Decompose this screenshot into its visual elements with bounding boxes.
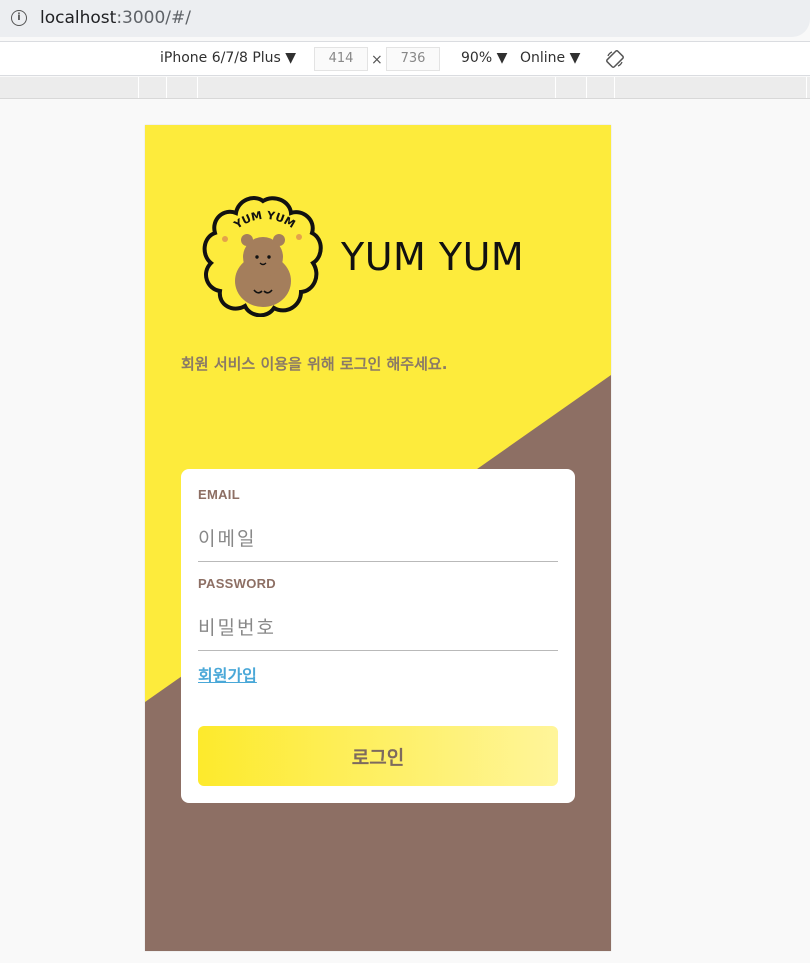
height-input[interactable]: 736 xyxy=(386,47,440,71)
ruler-mark xyxy=(614,77,615,98)
ruler-mark xyxy=(138,77,139,98)
login-card: EMAIL PASSWORD 회원가입 로그인 xyxy=(181,469,575,803)
email-field[interactable] xyxy=(198,512,558,562)
yumyum-logo: YUM YUM xyxy=(202,196,323,317)
width-input[interactable]: 414 xyxy=(314,47,368,71)
ruler-mark xyxy=(806,77,807,98)
media-query-ruler xyxy=(0,77,810,99)
network-select[interactable]: Online ▼ xyxy=(520,50,580,66)
ruler-mark xyxy=(197,77,198,98)
ruler-mark xyxy=(586,77,587,98)
url-path: :3000/#/ xyxy=(116,8,192,28)
url-text[interactable]: localhost:3000/#/ xyxy=(40,8,191,28)
ruler-mark xyxy=(166,77,167,98)
zoom-select[interactable]: 90% ▼ xyxy=(461,50,507,66)
signup-link[interactable]: 회원가입 xyxy=(198,662,257,686)
ruler-mark xyxy=(555,77,556,98)
login-subtitle: 회원 서비스 이용을 위해 로그인 해주세요. xyxy=(181,355,448,373)
rotate-icon[interactable] xyxy=(606,50,624,68)
dimension-separator: × xyxy=(371,52,383,68)
device-select[interactable]: iPhone 6/7/8 Plus ▼ xyxy=(160,50,296,66)
password-label: PASSWORD xyxy=(198,576,276,591)
url-host: localhost xyxy=(40,8,117,28)
address-bar[interactable]: i localhost:3000/#/ xyxy=(0,0,810,37)
brand-name: YUM YUM xyxy=(341,235,525,279)
device-toolbar: iPhone 6/7/8 Plus ▼ 414 × 736 90% ▼ Onli… xyxy=(0,41,810,76)
login-button[interactable]: 로그인 xyxy=(198,726,558,786)
email-label: EMAIL xyxy=(198,487,240,502)
info-icon[interactable]: i xyxy=(11,10,27,26)
password-field[interactable] xyxy=(198,601,558,651)
device-viewport: YUM YUM YUM YUM 회원 서비스 이용을 위해 로그인 해주세요. … xyxy=(145,125,611,951)
